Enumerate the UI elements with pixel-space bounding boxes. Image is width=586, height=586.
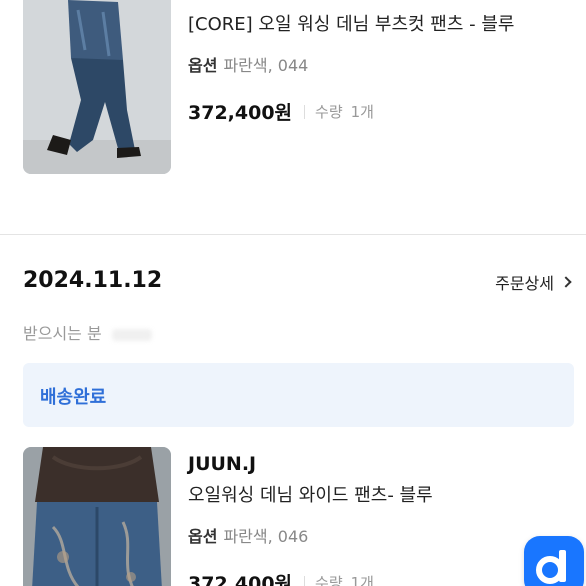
quantity-value: 1개 (350, 574, 374, 586)
brand-name: JUUN.J (188, 453, 257, 475)
price-row: 372,400원 수량 1개 (188, 98, 566, 125)
recipient-row: 받으시는 분 (23, 320, 152, 344)
order-detail-button[interactable]: 주문상세 (495, 270, 572, 294)
option-row: 옵션 파란색, 044 (188, 52, 566, 76)
option-value: 파란색, 046 (223, 527, 309, 546)
quantity-value: 1개 (350, 103, 374, 121)
order-date: 2024.11.12 (23, 268, 163, 293)
d-logo-icon (536, 550, 566, 584)
order-detail-label: 주문상세 (495, 274, 554, 293)
recipient-label: 받으시는 분 (23, 324, 102, 343)
price: 372,400원 (188, 102, 293, 124)
product-thumbnail[interactable] (23, 447, 171, 586)
option-label: 옵션 (188, 527, 218, 546)
divider (304, 575, 306, 586)
option-value: 파란색, 044 (223, 56, 309, 75)
option-label: 옵션 (188, 56, 218, 75)
product-photo-denim-wide-icon (23, 447, 171, 586)
product-name[interactable]: [CORE] 오일 워싱 데님 부츠컷 팬츠 - 블루 (188, 10, 566, 36)
quantity-label: 수량 (315, 574, 343, 586)
price: 372,400원 (188, 573, 293, 586)
recipient-name-masked (111, 328, 152, 341)
delivery-status: 배송완료 (40, 387, 107, 408)
divider (304, 104, 306, 119)
product-photo-denim-bootcut-icon (23, 0, 171, 174)
product-thumbnail[interactable] (23, 0, 171, 174)
chevron-right-icon (560, 276, 572, 288)
quantity-label: 수량 (315, 103, 343, 121)
order-item: [CORE] 오일 워싱 데님 부츠컷 팬츠 - 블루 옵션 파란색, 044 3… (0, 0, 586, 234)
section-divider (0, 234, 586, 235)
product-name[interactable]: 오일워싱 데님 와이드 팬츠- 블루 (188, 481, 566, 507)
price-row: 372,400원 수량 1개 (188, 569, 566, 586)
floating-chat-button[interactable] (524, 536, 584, 586)
option-row: 옵션 파란색, 046 (188, 523, 566, 547)
order-item: JUUN.J 오일워싱 데님 와이드 팬츠- 블루 옵션 파란색, 046 372… (0, 447, 586, 586)
delivery-status-banner: 배송완료 (23, 363, 574, 427)
